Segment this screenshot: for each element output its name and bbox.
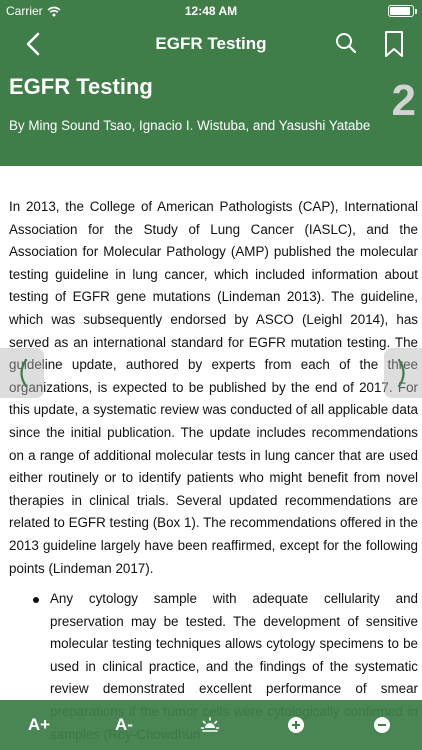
status-bar: Carrier 12:48 AM: [0, 0, 422, 22]
chevron-left-icon: [20, 358, 28, 388]
brightness-icon: [200, 717, 220, 732]
next-page-button[interactable]: [384, 348, 422, 398]
zoom-in-button[interactable]: [283, 700, 309, 750]
font-increase-button[interactable]: A+: [18, 700, 60, 750]
article-body: In 2013, the College of American Patholo…: [9, 196, 418, 746]
article-title: EGFR Testing: [9, 74, 153, 99]
zoom-out-button[interactable]: [369, 700, 395, 750]
zoom-in-icon: [288, 717, 304, 733]
body-paragraph: In 2013, the College of American Patholo…: [9, 199, 418, 576]
bookmark-icon[interactable]: [383, 30, 405, 58]
font-decrease-button[interactable]: A-: [103, 700, 145, 750]
reader-toolbar: A+ A-: [0, 700, 422, 750]
article-authors: By Ming Sound Tsao, Ignacio I. Wistuba, …: [9, 118, 371, 133]
chevron-left-icon[interactable]: [20, 30, 48, 58]
brightness-button[interactable]: [195, 700, 225, 750]
zoom-out-icon: [374, 717, 390, 733]
previous-page-button[interactable]: [0, 348, 44, 398]
nav-title: EGFR Testing: [155, 34, 267, 53]
chapter-number: 2: [391, 76, 416, 125]
chevron-right-icon: [397, 358, 405, 388]
search-icon[interactable]: [334, 31, 358, 55]
bullet-icon: [33, 597, 39, 604]
status-time: 12:48 AM: [184, 4, 238, 18]
battery-icon: [388, 5, 417, 17]
article-header: EGFR Testing By Ming Sound Tsao, Ignacio…: [0, 66, 422, 166]
battery-level: [390, 7, 410, 15]
navigation-bar: EGFR Testing: [0, 22, 422, 66]
